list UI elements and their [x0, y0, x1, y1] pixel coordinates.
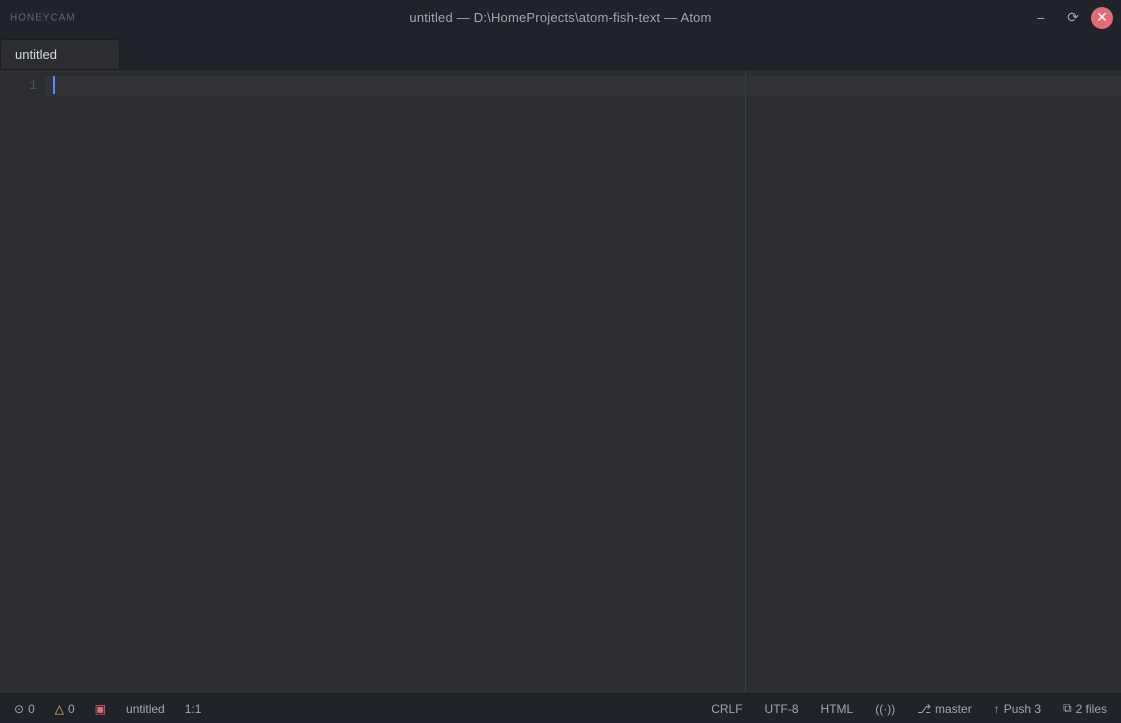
- cursor-position-status[interactable]: 1:1: [181, 700, 206, 718]
- vertical-ruler: [745, 70, 746, 693]
- close-button[interactable]: ✕: [1091, 7, 1113, 29]
- minimize-button[interactable]: −: [1027, 4, 1055, 32]
- git-status[interactable]: ⊙ 0: [10, 700, 39, 718]
- files-label: 2 files: [1076, 702, 1107, 716]
- tab-bar: untitled: [0, 35, 1121, 70]
- line-gutter: 1: [0, 70, 45, 693]
- status-bar: ⊙ 0 △ 0 ▣ untitled 1:1 CRLF UTF-8 HTML: [0, 693, 1121, 723]
- line-ending-status[interactable]: CRLF: [707, 700, 746, 718]
- files-icon: ⧉: [1063, 701, 1072, 716]
- cursor-line: [45, 76, 1121, 96]
- sync-status[interactable]: ((·)): [871, 700, 899, 718]
- file-name-status[interactable]: untitled: [122, 700, 169, 718]
- line-ending-label: CRLF: [711, 702, 742, 716]
- honeycam-logo: HONEYCAM: [10, 12, 76, 23]
- branch-icon: ⎇: [917, 702, 931, 716]
- cursor-position-label: 1:1: [185, 702, 202, 716]
- encoding-label: UTF-8: [765, 702, 799, 716]
- window-controls: − ⟳ ✕: [1027, 4, 1113, 32]
- grammar-label: HTML: [821, 702, 854, 716]
- files-status[interactable]: ⧉ 2 files: [1059, 699, 1111, 718]
- tab-untitled[interactable]: untitled: [0, 39, 120, 69]
- file-status-indicator[interactable]: ▣: [91, 700, 110, 718]
- editor-container: 1: [0, 70, 1121, 693]
- status-right: CRLF UTF-8 HTML ((·)) ⎇ master ↑ Push 3 …: [707, 699, 1111, 718]
- git-branch-status[interactable]: ⎇ master: [913, 700, 976, 718]
- push-label: Push 3: [1004, 702, 1041, 716]
- tab-label: untitled: [15, 47, 57, 62]
- title-bar: HONEYCAM untitled — D:\HomeProjects\atom…: [0, 0, 1121, 35]
- branch-label: master: [935, 702, 972, 716]
- errors-count: 0: [28, 702, 35, 716]
- file-modified-icon: ▣: [95, 702, 106, 716]
- git-circle-icon: ⊙: [14, 702, 24, 716]
- restore-button[interactable]: ⟳: [1059, 4, 1087, 32]
- editor-content[interactable]: [45, 70, 1121, 693]
- encoding-status[interactable]: UTF-8: [761, 700, 803, 718]
- window-title: untitled — D:\HomeProjects\atom-fish-tex…: [409, 10, 711, 25]
- warnings-status[interactable]: △ 0: [51, 700, 79, 718]
- text-cursor: [53, 76, 55, 94]
- file-name-label: untitled: [126, 702, 165, 716]
- push-icon: ↑: [994, 702, 1000, 716]
- wifi-icon: ((·)): [875, 702, 895, 716]
- grammar-status[interactable]: HTML: [817, 700, 858, 718]
- warnings-count: 0: [68, 702, 75, 716]
- status-left: ⊙ 0 △ 0 ▣ untitled 1:1: [10, 700, 707, 718]
- warning-triangle-icon: △: [55, 702, 64, 716]
- line-number-1: 1: [0, 76, 37, 96]
- push-status[interactable]: ↑ Push 3: [990, 700, 1045, 718]
